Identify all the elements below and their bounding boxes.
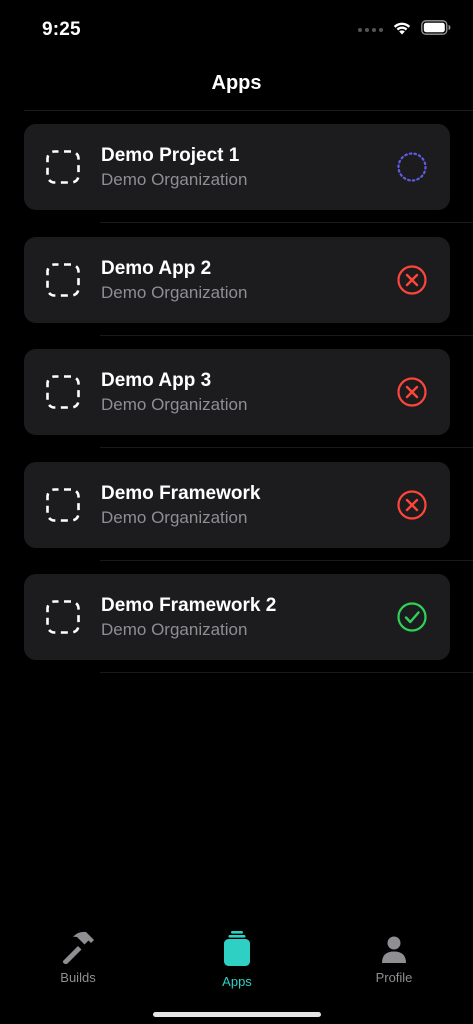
- x-circle-icon: [397, 264, 427, 295]
- app-card[interactable]: Demo Framework 2 Demo Organization: [24, 574, 473, 673]
- app-placeholder-icon: [46, 150, 80, 184]
- page-title: Apps: [211, 72, 262, 94]
- app-placeholder-icon: [46, 375, 80, 409]
- row-separator: [100, 559, 473, 561]
- wifi-icon: [393, 22, 411, 35]
- dotted-circle-icon: [397, 152, 427, 182]
- tab-profile-label: Profile: [375, 970, 413, 985]
- row-separator: [100, 222, 473, 223]
- app-organization: Demo Organization: [101, 395, 248, 414]
- tab-profile[interactable]: Profile: [334, 928, 454, 985]
- check-circle-icon: [397, 602, 427, 632]
- app-name: Demo App 3: [101, 370, 212, 391]
- app-card[interactable]: Demo Framework Demo Organization: [24, 461, 473, 561]
- app-organization: Demo Organization: [101, 170, 248, 189]
- app-organization: Demo Organization: [101, 507, 248, 527]
- app-card[interactable]: Demo App 2 Demo Organization: [24, 236, 473, 336]
- app-name: Demo App 2: [101, 257, 212, 279]
- status-indicators: [358, 20, 451, 35]
- app-placeholder-icon: [46, 262, 80, 297]
- battery-icon: [421, 20, 451, 35]
- apps-screen: 9:25 Apps Demo Project 1 Demo Organizatio…: [0, 0, 473, 1024]
- app-placeholder-icon: [46, 600, 80, 634]
- app-card[interactable]: Demo App 3 Demo Organization: [24, 349, 473, 448]
- home-indicator[interactable]: [153, 1012, 321, 1017]
- app-list: Demo Project 1 Demo Organization Demo App …: [24, 124, 473, 687]
- tab-builds[interactable]: Builds: [18, 928, 138, 985]
- person-icon: [382, 936, 406, 963]
- row-separator: [100, 672, 473, 673]
- app-name: Demo Framework 2: [101, 595, 277, 616]
- tab-bar: Builds Apps Profile: [0, 928, 473, 998]
- app-organization: Demo Organization: [101, 620, 248, 639]
- tab-apps-label: Apps: [222, 974, 252, 989]
- app-placeholder-icon: [46, 487, 80, 522]
- x-circle-icon: [397, 377, 427, 407]
- app-organization: Demo Organization: [101, 282, 248, 302]
- tab-apps[interactable]: Apps: [177, 928, 297, 989]
- hammer-icon: [62, 931, 94, 964]
- cellular-signal-icon: [358, 27, 383, 32]
- row-separator: [100, 447, 473, 448]
- app-card[interactable]: Demo Project 1 Demo Organization: [24, 124, 473, 223]
- status-time: 9:25: [42, 19, 81, 40]
- row-separator: [100, 334, 473, 336]
- app-name: Demo Project 1: [101, 145, 240, 166]
- status-bar: 9:25: [0, 0, 473, 56]
- apps-stack-icon: [224, 931, 250, 966]
- nav-divider: [24, 110, 473, 111]
- app-name: Demo Framework: [101, 482, 261, 504]
- x-circle-icon: [397, 489, 427, 520]
- tab-builds-label: Builds: [60, 970, 96, 985]
